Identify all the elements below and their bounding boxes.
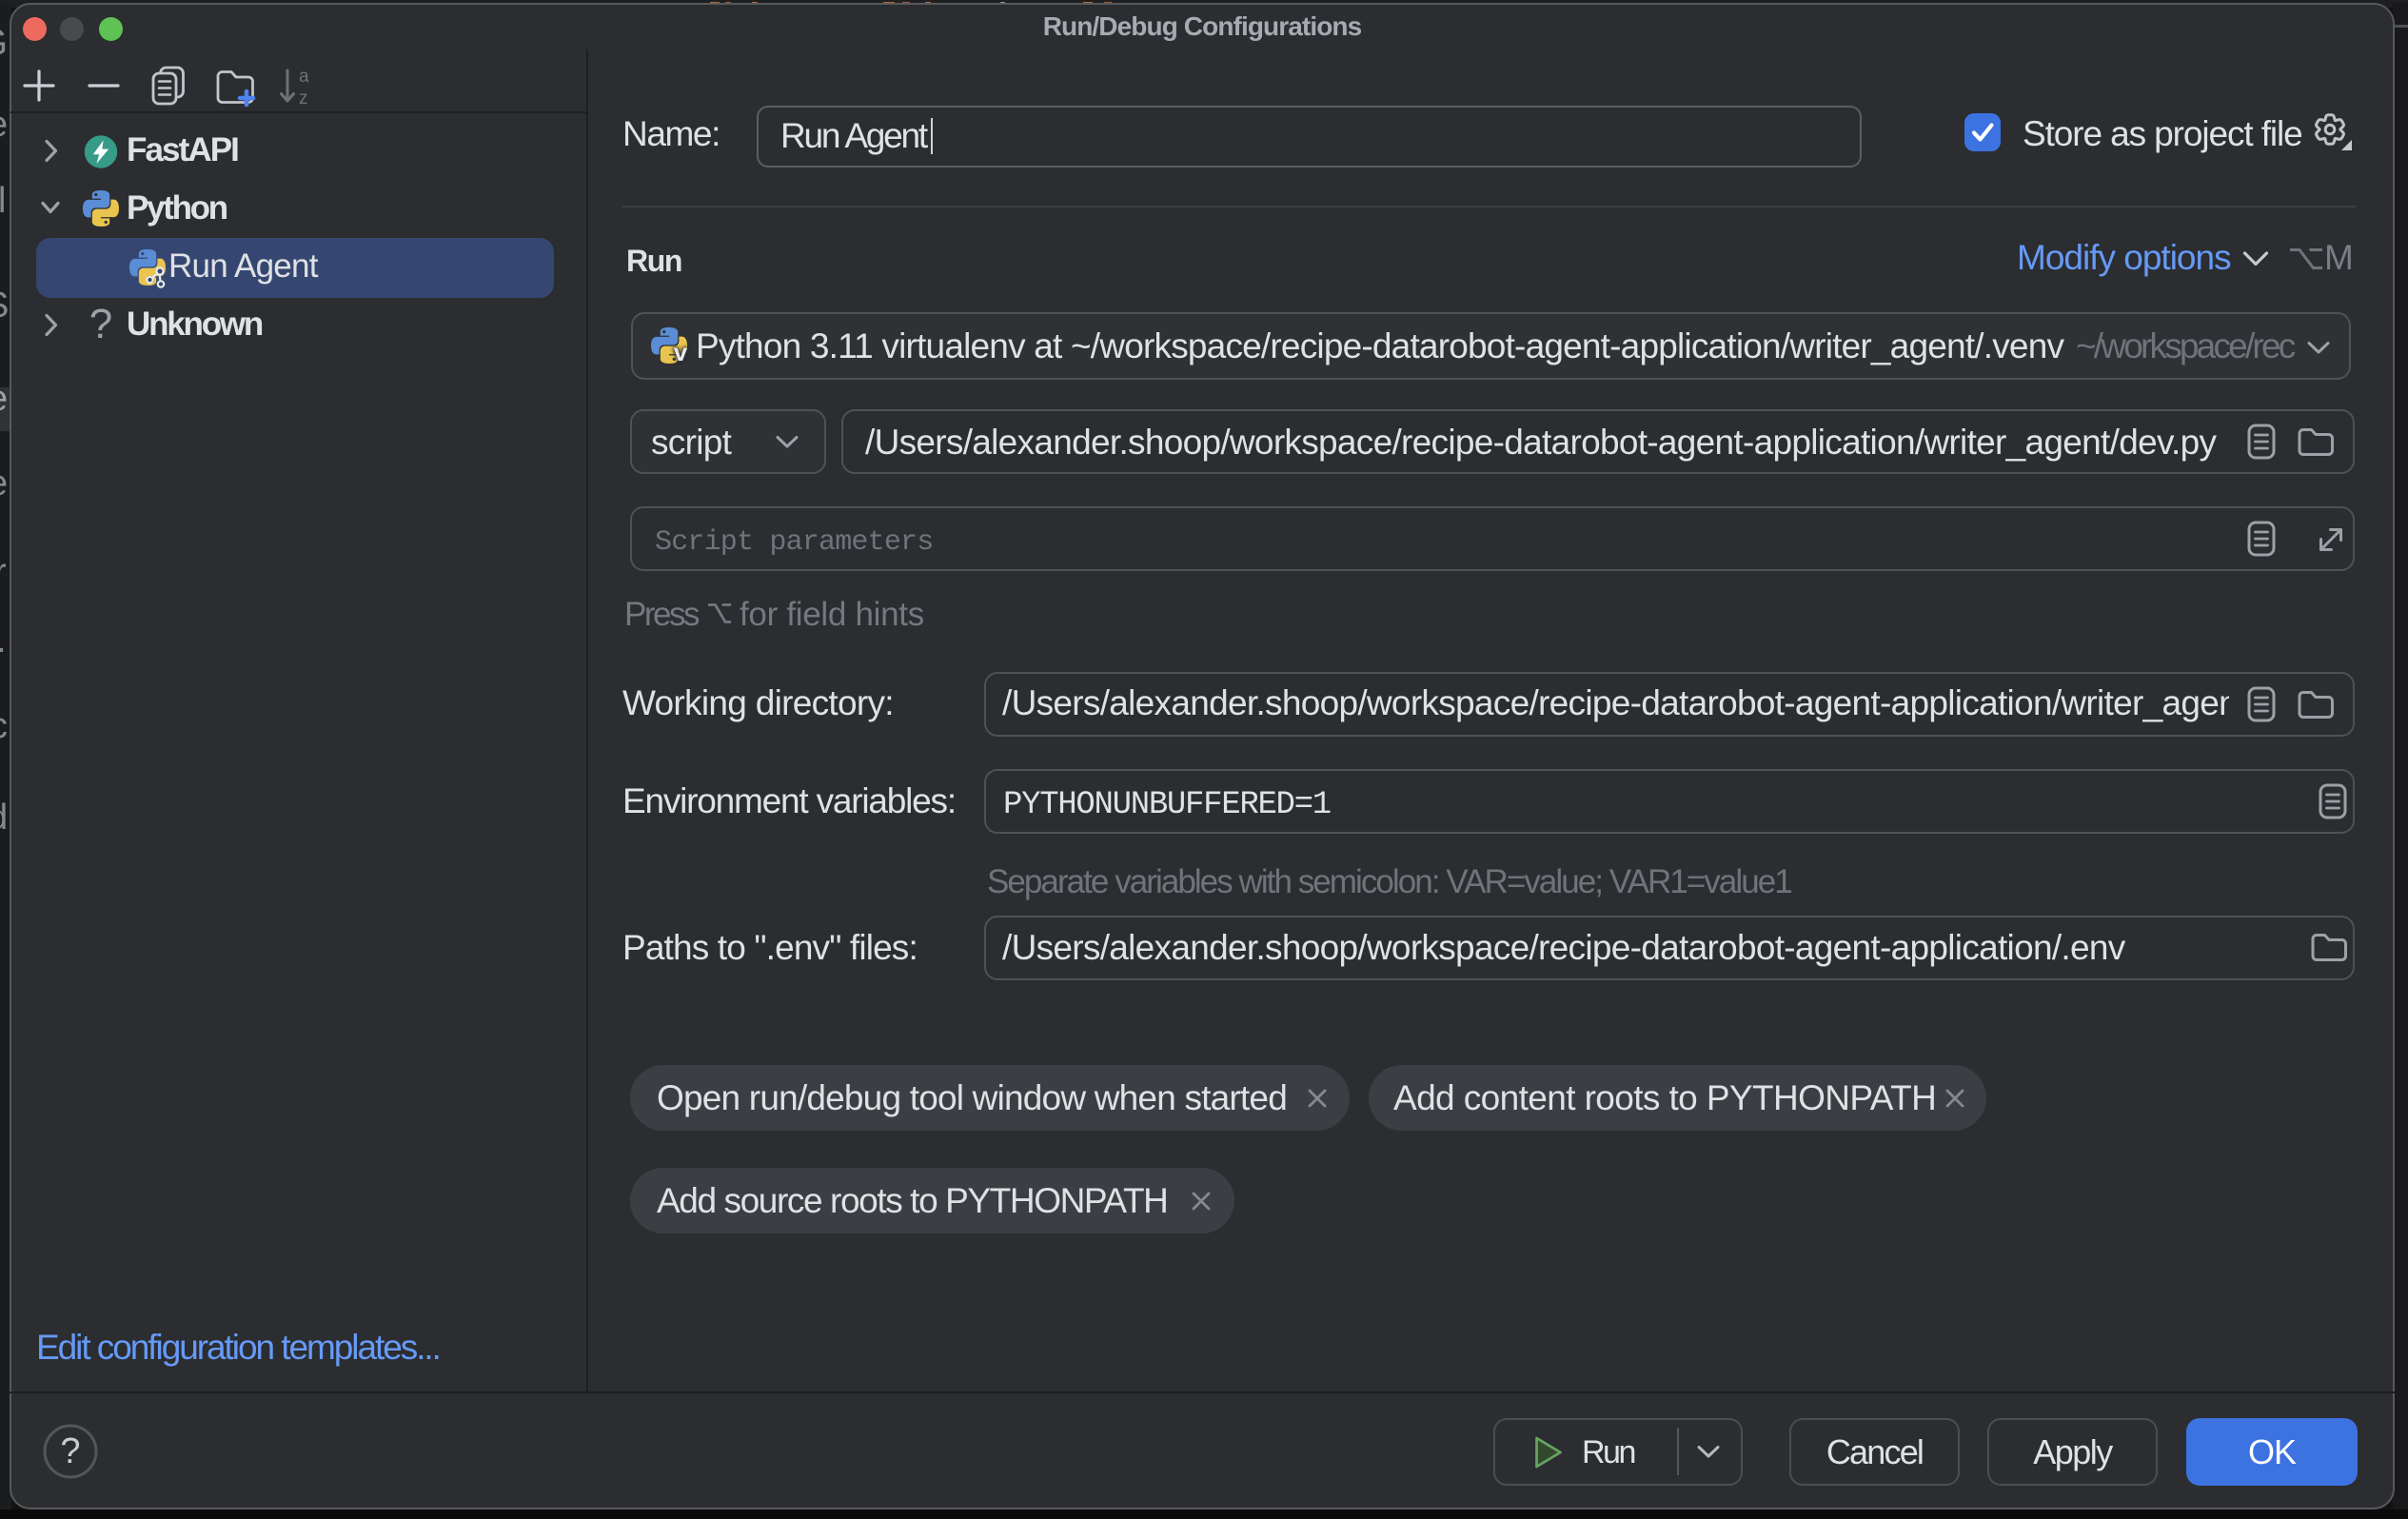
svg-text:a: a <box>299 68 309 87</box>
svg-text:z: z <box>299 89 308 106</box>
